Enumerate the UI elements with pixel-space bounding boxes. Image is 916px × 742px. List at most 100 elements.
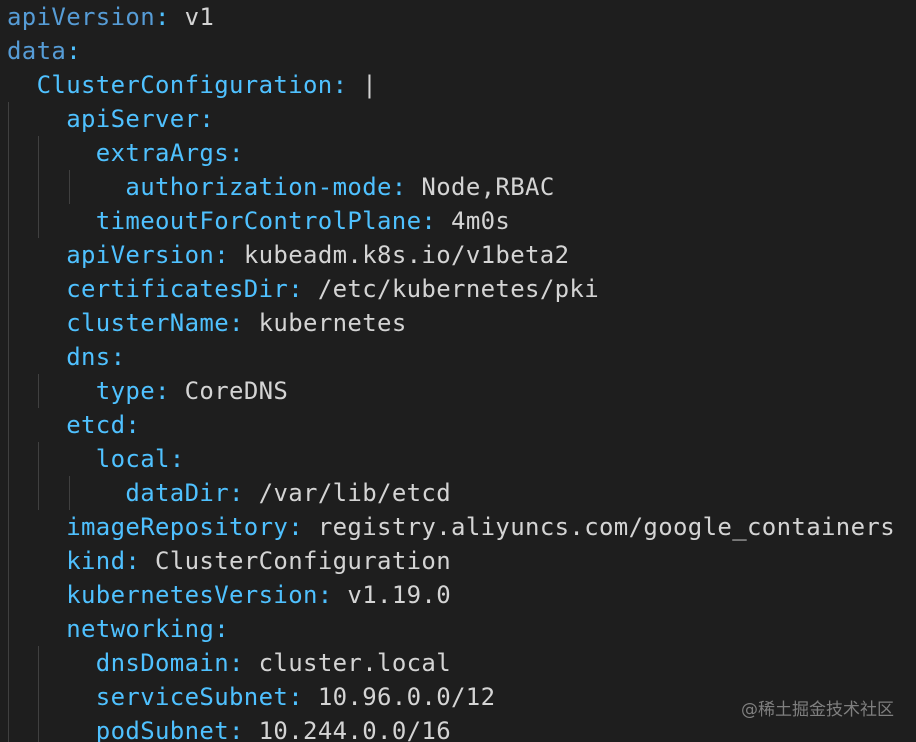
- yaml-key: etcd: [66, 411, 126, 439]
- indent-guide: [38, 714, 40, 742]
- yaml-colon: :: [125, 547, 141, 575]
- code-line[interactable]: timeoutForControlPlane: 4m0s: [7, 204, 916, 238]
- code-line[interactable]: dnsDomain: cluster.local: [7, 646, 916, 680]
- code-line[interactable]: imageRepository: registry.aliyuncs.com/g…: [7, 510, 916, 544]
- yaml-value: v1.19.0: [347, 581, 452, 609]
- code-line[interactable]: extraArgs:: [7, 136, 916, 170]
- indent-guide: [8, 714, 9, 742]
- code-editor[interactable]: apiVersion: v1 data: ClusterConfiguration…: [0, 0, 916, 742]
- indent-guide: [8, 136, 9, 170]
- yaml-colon: :: [110, 343, 126, 371]
- code-line[interactable]: type: CoreDNS: [7, 374, 916, 408]
- yaml-value: v1: [184, 3, 215, 31]
- yaml-value: Node,RBAC: [421, 173, 555, 201]
- yaml-colon: :: [332, 71, 348, 99]
- yaml-key: ClusterConfiguration: [36, 71, 333, 99]
- code-line[interactable]: ClusterConfiguration: |: [7, 68, 916, 102]
- indent-guide: [68, 170, 70, 204]
- yaml-colon: :: [125, 411, 141, 439]
- code-line[interactable]: apiServer:: [7, 102, 916, 136]
- indent-guide: [38, 136, 40, 170]
- yaml-key: extraArgs: [95, 139, 229, 167]
- indent-guide: [8, 102, 9, 136]
- indent-guide: [38, 476, 40, 510]
- code-line[interactable]: data:: [7, 34, 916, 68]
- code-line[interactable]: authorization-mode: Node,RBAC: [7, 170, 916, 204]
- code-line[interactable]: etcd:: [7, 408, 916, 442]
- yaml-colon: :: [155, 377, 170, 405]
- code-line[interactable]: networking:: [7, 612, 916, 646]
- code-line[interactable]: local:: [7, 442, 916, 476]
- indent-guide: [38, 442, 40, 476]
- yaml-key: type: [95, 377, 155, 405]
- indent-guide: [8, 442, 9, 476]
- yaml-key: networking: [66, 615, 215, 643]
- yaml-key: authorization-mode: [125, 173, 392, 201]
- yaml-key: podSubnet: [95, 717, 229, 742]
- yaml-colon: :: [288, 513, 304, 541]
- code-line[interactable]: dns:: [7, 340, 916, 374]
- code-line[interactable]: kind: ClusterConfiguration: [7, 544, 916, 578]
- yaml-key: serviceSubnet: [95, 683, 289, 711]
- code-line[interactable]: apiVersion: v1: [7, 0, 916, 34]
- yaml-value: CoreDNS: [184, 377, 289, 405]
- watermark: @稀土掘金技术社区: [741, 700, 894, 720]
- yaml-colon: :: [214, 241, 230, 269]
- yaml-colon: :: [229, 139, 244, 167]
- yaml-colon: :: [229, 479, 244, 507]
- code-line[interactable]: dataDir: /var/lib/etcd: [7, 476, 916, 510]
- yaml-value: 10.244.0.0/16: [258, 717, 452, 742]
- yaml-code-block[interactable]: apiVersion: v1 data: ClusterConfiguration…: [7, 0, 916, 742]
- indent-guide: [38, 374, 40, 408]
- yaml-colon: :: [66, 37, 82, 65]
- indent-guide: [8, 204, 9, 238]
- indent-guide: [8, 578, 9, 612]
- indent-guide: [8, 374, 9, 408]
- indent-guide: [8, 646, 9, 680]
- indent-guide: [8, 272, 9, 306]
- code-line[interactable]: kubernetesVersion: v1.19.0: [7, 578, 916, 612]
- yaml-colon: :: [288, 683, 303, 711]
- yaml-key: dnsDomain: [95, 649, 229, 677]
- yaml-key: dns: [66, 343, 111, 371]
- indent-guide: [38, 170, 40, 204]
- indent-guide: [38, 204, 40, 238]
- code-line[interactable]: apiVersion: kubeadm.k8s.io/v1beta2: [7, 238, 916, 272]
- code-line[interactable]: clusterName: kubernetes: [7, 306, 916, 340]
- yaml-value: 4m0s: [451, 207, 511, 235]
- yaml-colon: :: [229, 649, 244, 677]
- yaml-key: local: [95, 445, 170, 473]
- code-line[interactable]: certificatesDir: /etc/kubernetes/pki: [7, 272, 916, 306]
- yaml-colon: :: [155, 3, 170, 31]
- yaml-value: cluster.local: [258, 649, 452, 677]
- yaml-colon: :: [421, 207, 437, 235]
- yaml-value: kubernetes: [258, 309, 407, 337]
- indent-guide: [8, 170, 9, 204]
- indent-guide: [8, 510, 9, 544]
- yaml-colon: :: [229, 717, 244, 742]
- yaml-value: kubeadm.k8s.io/v1beta2: [243, 241, 570, 269]
- yaml-key: apiVersion: [7, 3, 155, 31]
